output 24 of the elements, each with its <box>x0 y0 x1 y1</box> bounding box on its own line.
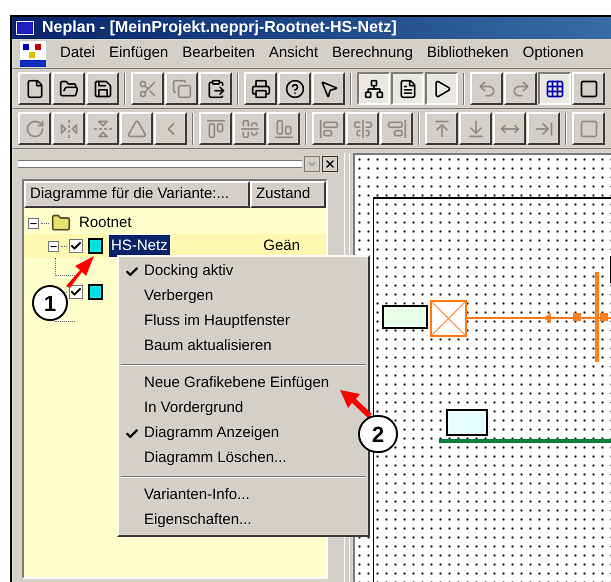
menu-item[interactable]: Einfügen <box>109 42 168 65</box>
window-title: Neplan - [MeinProjekt.nepprj-Rootnet-HS-Netz] <box>42 20 397 36</box>
menu-item[interactable]: Ansicht <box>268 42 318 65</box>
menu-item[interactable]: Datei <box>60 42 96 65</box>
menu-item[interactable]: Docking aktiv <box>119 259 238 284</box>
menu-item[interactable]: Bearbeiten <box>182 42 255 65</box>
column-header[interactable]: Zustand <box>250 181 326 208</box>
menu-item[interactable]: In Vordergrund <box>119 396 248 421</box>
tree-item[interactable]: HS-Netz <box>109 234 170 258</box>
menu-item[interactable]: Bibliotheken <box>426 42 509 65</box>
menu-item[interactable]: Varianten-Info... <box>119 483 254 508</box>
tree-item[interactable]: Rootnet <box>79 212 132 234</box>
menu-item[interactable]: Diagramm Löschen... <box>119 446 291 471</box>
menu-item[interactable]: Diagramm Anzeigen <box>119 421 284 446</box>
menu-item[interactable]: Verbergen <box>119 284 218 309</box>
menu-item[interactable]: Berechnung <box>332 42 413 65</box>
menu-item[interactable]: Baum aktualisieren <box>119 334 276 359</box>
menu-item[interactable]: Neue Grafikebene Einfügen <box>119 371 334 396</box>
status-text: Geän <box>263 236 300 256</box>
tree-row[interactable]: HS-Netz Geän <box>24 234 326 258</box>
menu-item[interactable]: Eigenschaften... <box>119 508 256 533</box>
menu-item[interactable]: Fluss im Hauptfenster <box>119 309 294 334</box>
column-header[interactable]: Diagramme für die Variante:... <box>24 181 250 208</box>
menu-item[interactable]: Optionen <box>522 42 584 65</box>
